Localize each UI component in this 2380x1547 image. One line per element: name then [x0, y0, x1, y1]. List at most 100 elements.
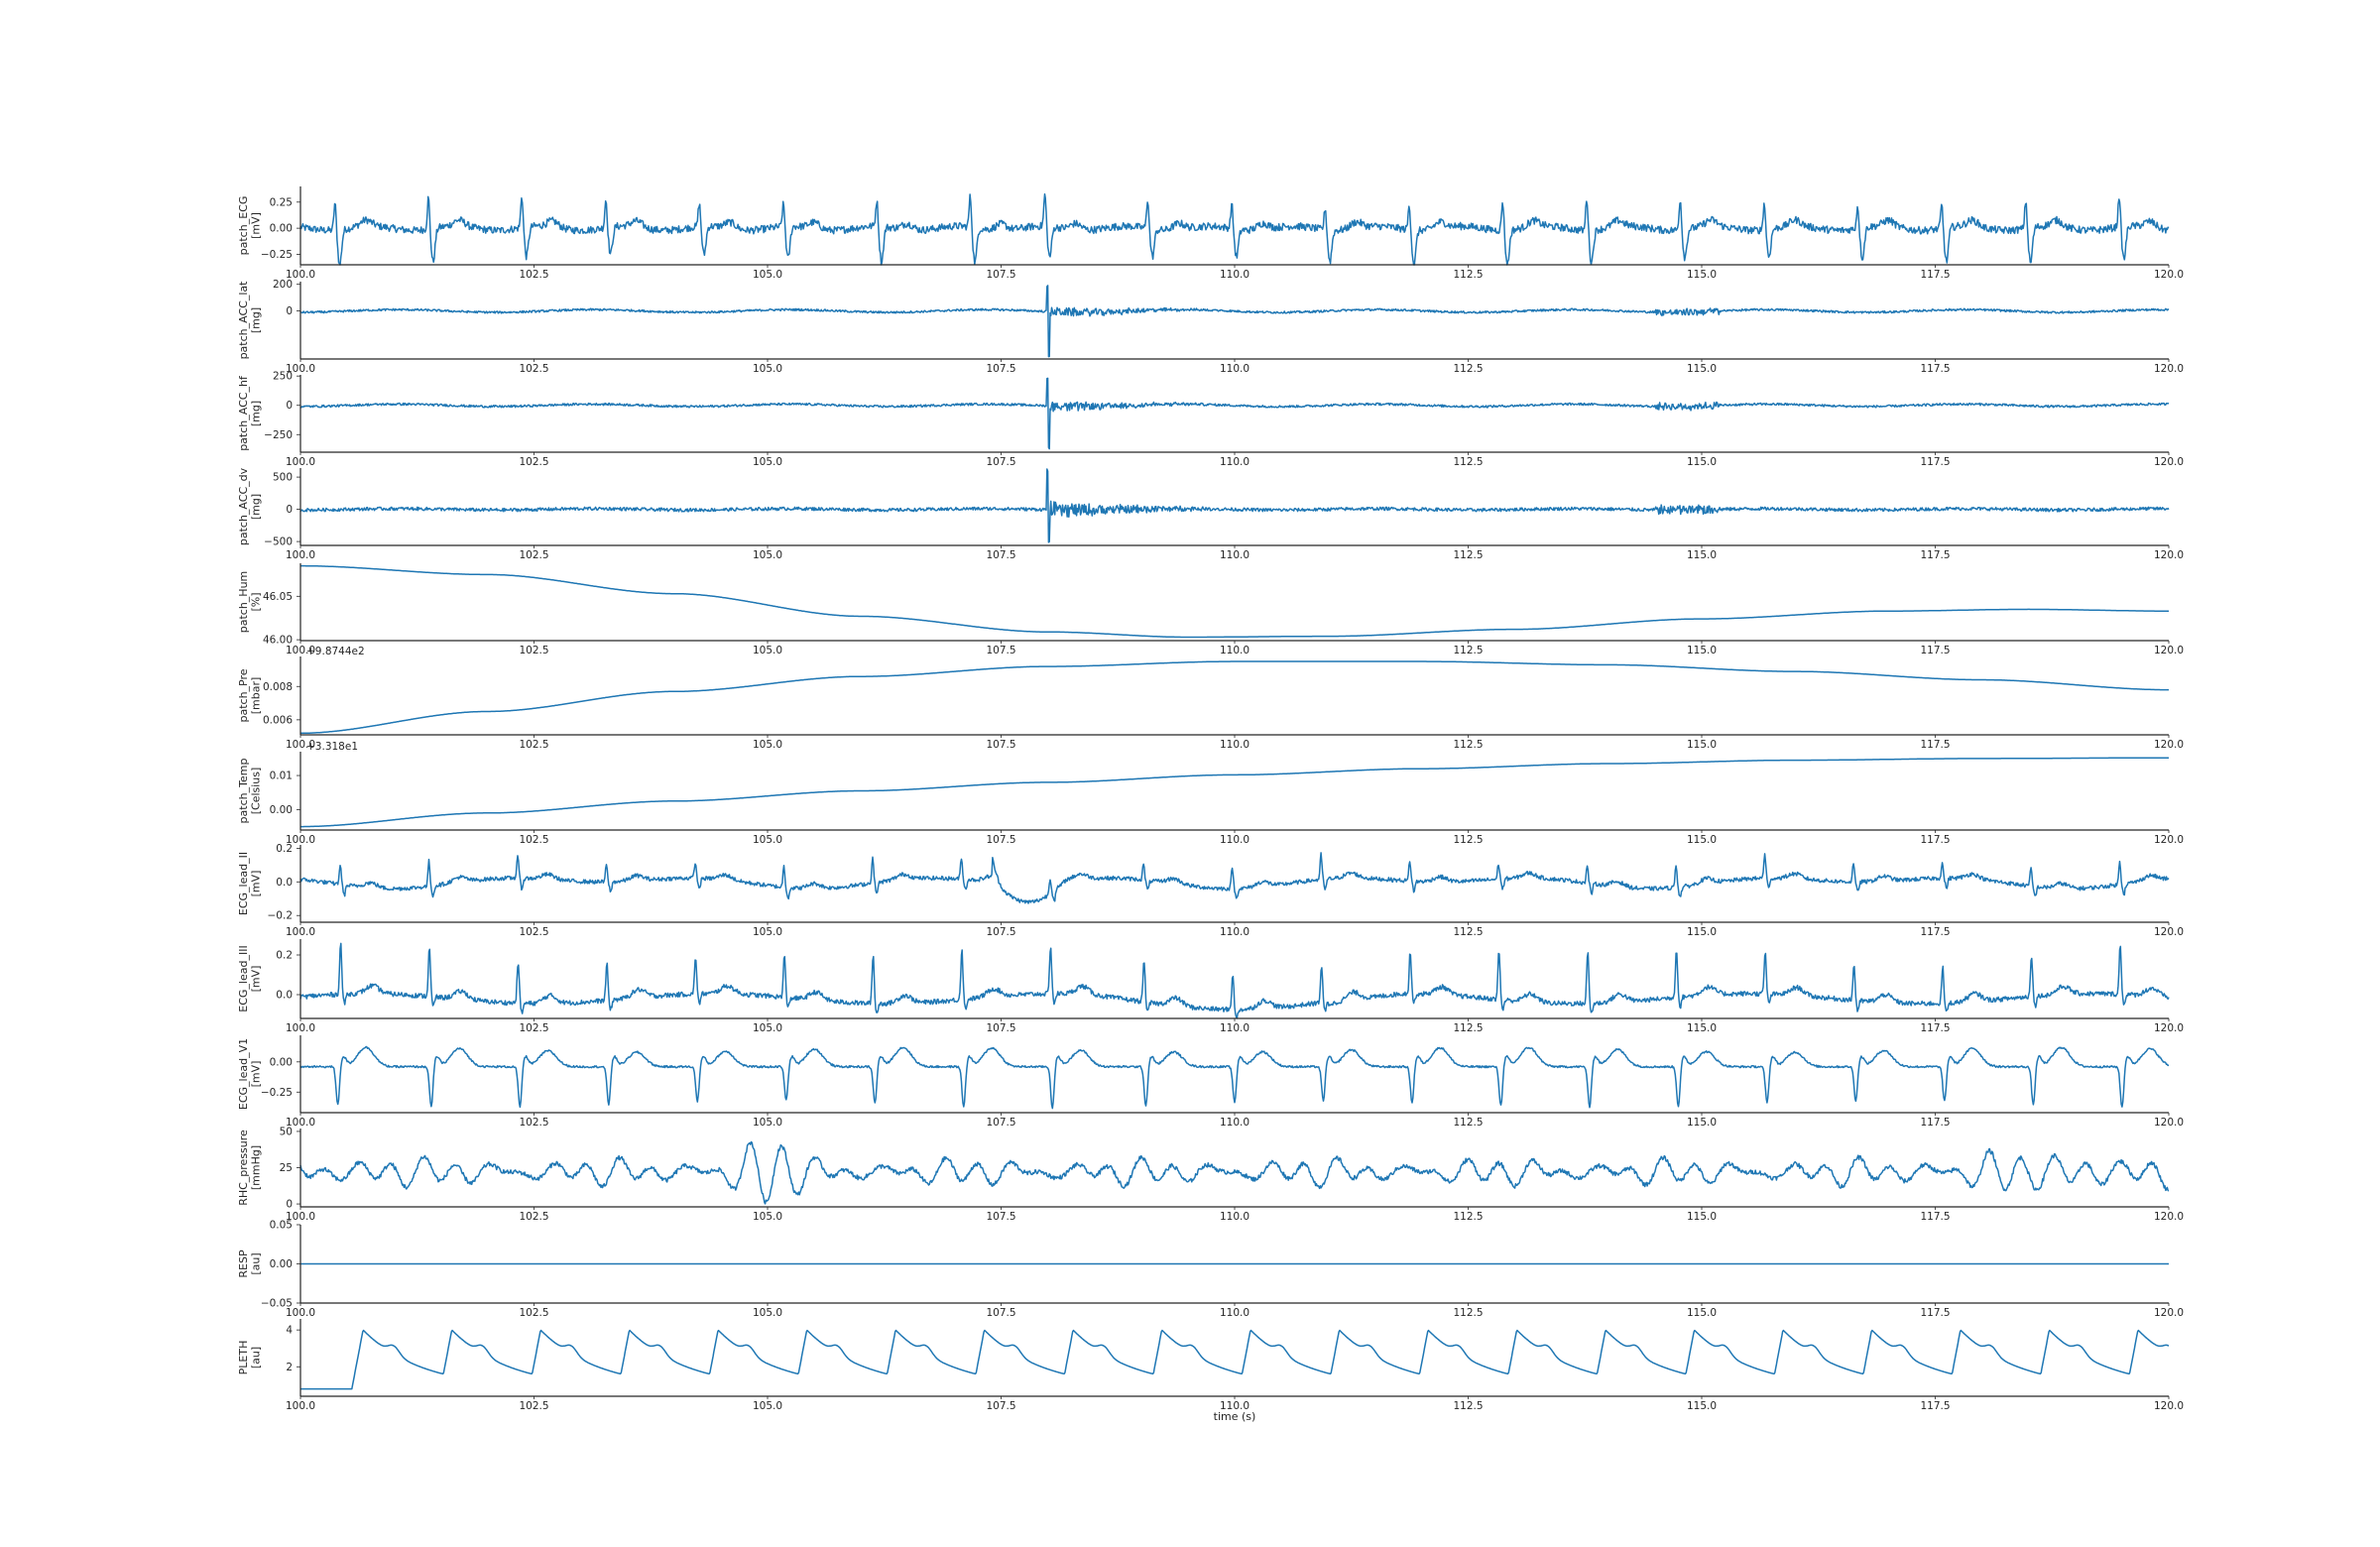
chart-figure: 0.250.00−0.25100.0 102.5 105.0 107.5 110.0 11…	[237, 186, 2184, 1423]
x-tick-label: 112.5	[1453, 645, 1483, 656]
panel-patch_temp: 0.010.00100.0 102.5 105.0 107.5 110.0 112.5 11…	[237, 741, 2184, 846]
y-tick-label: 25	[280, 1162, 293, 1174]
y-tick-label: −0.2	[268, 910, 294, 922]
x-tick-label: 107.5	[986, 1400, 1015, 1412]
x-tick-label: 115.0	[1687, 645, 1717, 656]
x-tick-label: 117.5	[1920, 1022, 1950, 1034]
x-tick-label: 115.0	[1687, 1117, 1717, 1129]
x-tick-label: 117.5	[1920, 1117, 1950, 1129]
x-tick-label: 120.0	[2154, 739, 2184, 751]
series-line-rhc_pressure	[299, 1140, 2170, 1205]
panel-patch_hum: 46.0546.00100.0 102.5 105.0 107.5 110.0 112.5…	[237, 563, 2184, 656]
x-tick-label: 112.5	[1453, 363, 1483, 375]
y-tick-label: 0	[286, 1199, 293, 1211]
series-line-pleth	[300, 1329, 2170, 1390]
y-tick-label: 250	[273, 371, 293, 383]
x-tick-label: 102.5	[519, 834, 548, 846]
x-tick-label: 117.5	[1920, 739, 1950, 751]
y-axis-label: ECG_lead_III[mV]	[237, 945, 263, 1012]
x-tick-label: 115.0	[1687, 1022, 1717, 1034]
x-tick-label: 112.5	[1453, 739, 1483, 751]
x-tick-label: 112.5	[1453, 1022, 1483, 1034]
y-axis-label: ECG_lead_V1[mV]	[237, 1038, 263, 1110]
x-tick-label: 120.0	[2154, 926, 2184, 938]
x-tick-label: 117.5	[1920, 926, 1950, 938]
x-tick-label: 100.0	[286, 1400, 315, 1412]
y-axis-label: patch_Hum[%]	[237, 571, 263, 634]
y-tick-label: −0.25	[261, 249, 293, 261]
x-tick-label: 107.5	[986, 739, 1015, 751]
y-axis-label: RESP[au]	[237, 1250, 263, 1278]
y-axis-label: patch_ACC_dv[mg]	[237, 467, 263, 545]
x-tick-label: 110.0	[1220, 549, 1250, 561]
series-line-ecg_lead_iii	[299, 942, 2170, 1019]
x-tick-label: 112.5	[1453, 834, 1483, 846]
x-tick-label: 120.0	[2154, 269, 2184, 281]
x-tick-label: 110.0	[1220, 456, 1250, 468]
x-tick-label: 100.0	[286, 456, 315, 468]
x-tick-label: 107.5	[986, 456, 1015, 468]
x-tick-label: 100.0	[286, 926, 315, 938]
x-tick-label: 115.0	[1687, 1211, 1717, 1223]
y-tick-label: 0.2	[276, 950, 293, 962]
y-axis-label: patch_ACC_lat[mg]	[237, 281, 263, 360]
y-tick-label: 0.01	[270, 771, 293, 782]
y-tick-label: 46.05	[263, 591, 293, 603]
y-tick-label: −250	[264, 429, 293, 441]
y-tick-label: 0.00	[270, 223, 293, 235]
x-tick-label: 117.5	[1920, 834, 1950, 846]
series-line-patch_acc_lat	[299, 285, 2170, 358]
series-line-patch_pre	[300, 660, 2169, 735]
x-tick-label: 120.0	[2154, 1307, 2184, 1319]
x-tick-label: 120.0	[2154, 363, 2184, 375]
x-tick-label: 120.0	[2154, 834, 2184, 846]
y-tick-label: −0.25	[261, 1087, 293, 1099]
x-tick-label: 107.5	[986, 1211, 1015, 1223]
y-tick-label: 0.00	[270, 804, 293, 816]
x-tick-label: 102.5	[519, 549, 548, 561]
x-tick-label: 112.5	[1453, 1211, 1483, 1223]
panel-resp: 0.050.00−0.05100.0 102.5 105.0 107.5 110.0 11…	[237, 1220, 2184, 1320]
y-tick-label: 0.2	[276, 843, 293, 855]
x-tick-label: 120.0	[2154, 645, 2184, 656]
panel-patch_acc_hf: 250 0 −250 100.0 102.5 105.0 107.5 110.0 112.5 11…	[237, 371, 2184, 468]
x-tick-label: 105.0	[753, 456, 782, 468]
x-tick-label: 107.5	[986, 269, 1015, 281]
series-line-patch_hum	[300, 564, 2169, 639]
x-tick-label: 110.0	[1220, 1307, 1250, 1319]
x-tick-label: 107.5	[986, 834, 1015, 846]
x-tick-label: 112.5	[1453, 1400, 1483, 1412]
x-tick-label: 105.0	[753, 1022, 782, 1034]
x-tick-label: 105.0	[753, 549, 782, 561]
y-tick-label: 0	[286, 400, 293, 412]
x-tick-label: 107.5	[986, 549, 1015, 561]
x-tick-label: 115.0	[1687, 269, 1717, 281]
x-tick-label: 107.5	[986, 645, 1015, 656]
panel-patch_pre: 0.0080.006100.0 102.5 105.0 107.5 110.0 112.5…	[237, 646, 2184, 751]
x-tick-label: 115.0	[1687, 363, 1717, 375]
panel-patch_ecg: 0.250.00−0.25100.0 102.5 105.0 107.5 110.0 11…	[237, 186, 2184, 281]
x-tick-label: 102.5	[519, 739, 548, 751]
x-tick-label: 102.5	[519, 926, 548, 938]
x-tick-label: 115.0	[1687, 549, 1717, 561]
x-tick-label: 120.0	[2154, 549, 2184, 561]
y-tick-label: 500	[273, 472, 293, 484]
x-tick-label: 115.0	[1687, 739, 1717, 751]
axis-offset-label: +3.318e1	[306, 741, 358, 753]
y-tick-label: 0.00	[270, 1056, 293, 1068]
y-axis-label: RHC_pressure[mmHg]	[237, 1130, 263, 1206]
x-tick-label: 105.0	[753, 739, 782, 751]
y-tick-label: 0.00	[270, 1258, 293, 1270]
y-axis-label: PLETH[au]	[237, 1341, 263, 1375]
series-line-ecg_lead_v1	[299, 1045, 2170, 1110]
x-tick-label: 112.5	[1453, 1117, 1483, 1129]
x-tick-label: 112.5	[1453, 549, 1483, 561]
y-tick-label: −500	[264, 536, 293, 548]
y-tick-label: 0.0	[276, 990, 293, 1002]
x-tick-label: 102.5	[519, 363, 548, 375]
x-tick-label: 102.5	[519, 1400, 548, 1412]
x-tick-label: 110.0	[1220, 739, 1250, 751]
x-tick-label: 117.5	[1920, 363, 1950, 375]
y-axis-label: patch_Temp[Celsius]	[237, 759, 263, 824]
x-tick-label: 110.0	[1220, 926, 1250, 938]
